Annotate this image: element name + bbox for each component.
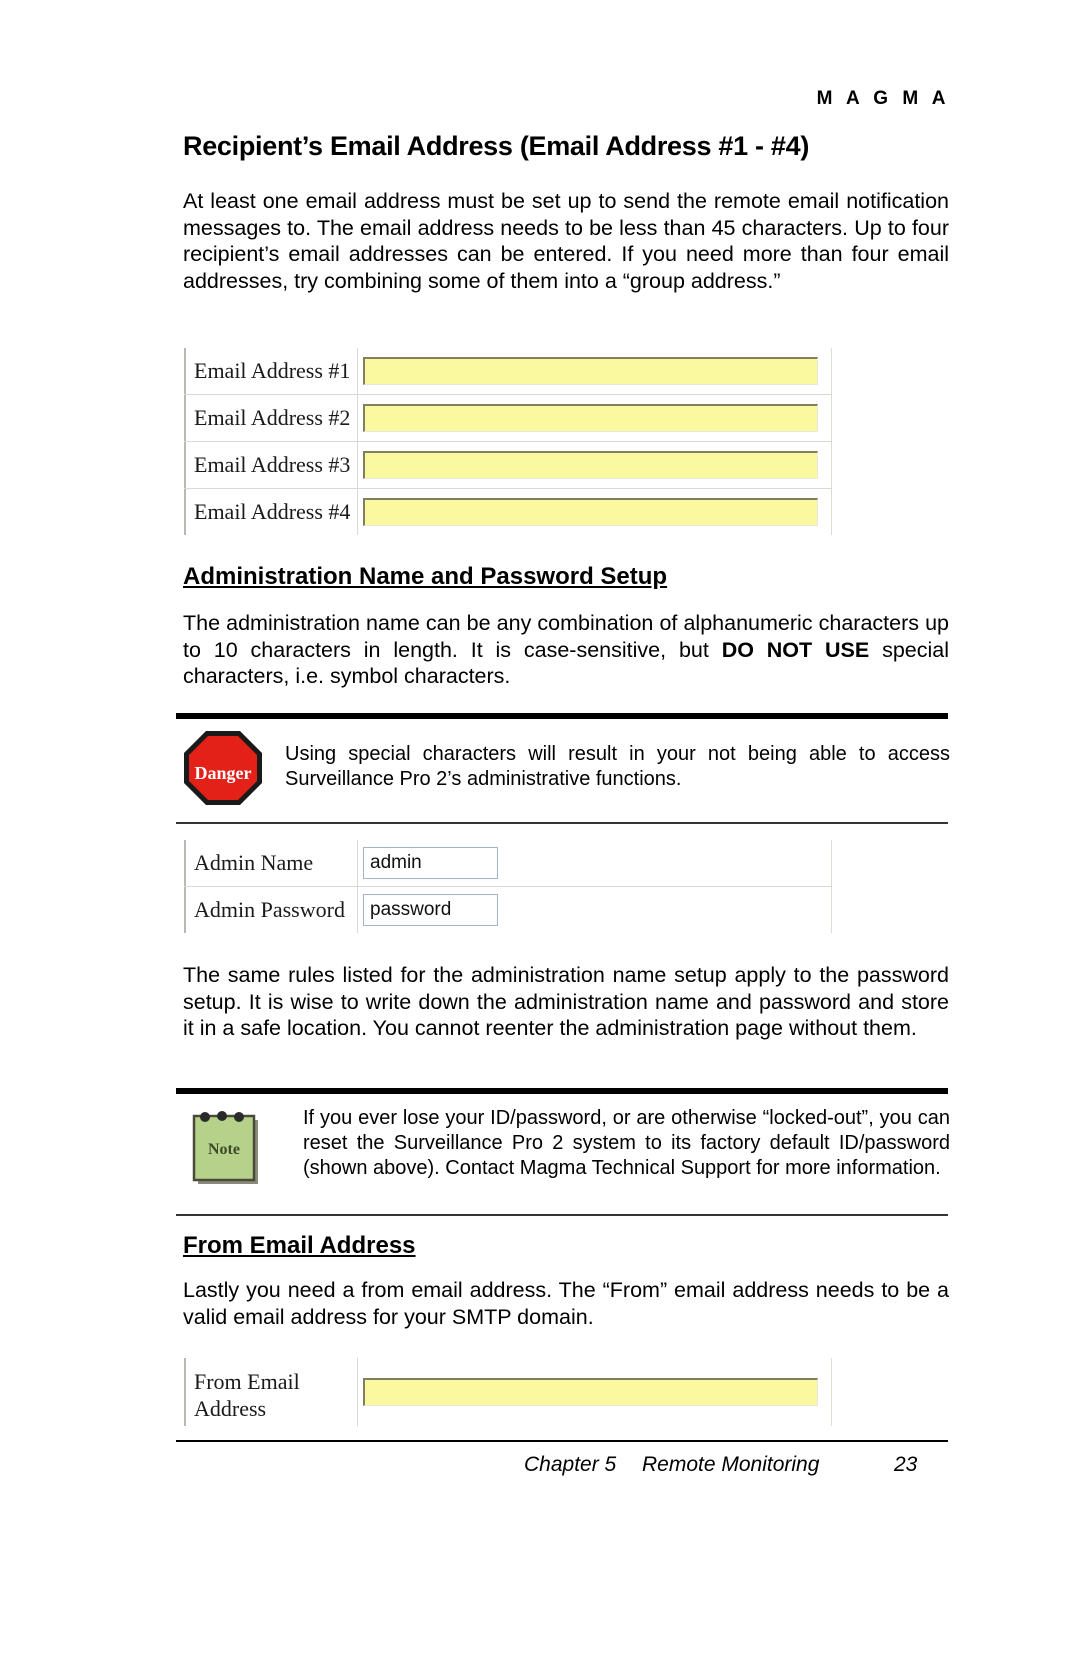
footer-chapter: Chapter 5	[524, 1453, 617, 1476]
footer-page-number: 23	[894, 1453, 918, 1476]
table-row: Admin Name admin	[184, 840, 832, 887]
note-callout-top-rule	[176, 1088, 948, 1094]
paragraph-from-email-address: Lastly you need a from email address. Th…	[183, 1278, 949, 1329]
heading-recipient-email-address: Recipient’s Email Address (Email Address…	[183, 131, 810, 161]
email-address-3-cell	[358, 442, 832, 488]
heading-administration-setup: Administration Name and Password Setup	[183, 563, 668, 590]
admin-password-label: Admin Password	[184, 887, 358, 933]
paragraph-recipient-email-address: At least one email address must be set u…	[183, 189, 949, 293]
admin-name-label: Admin Name	[184, 840, 358, 886]
page-footer: Chapter 5 Remote Monitoring 23	[176, 1453, 948, 1485]
table-row: Email Address #3	[184, 442, 832, 489]
danger-icon: Danger	[181, 728, 265, 808]
email-address-2-label: Email Address #2	[184, 395, 358, 441]
email-address-1-input[interactable]	[363, 357, 818, 385]
from-email-label-line-1: From Email	[194, 1369, 300, 1394]
table-row: Email Address #4	[184, 489, 832, 535]
danger-callout-top-rule	[176, 713, 948, 719]
note-callout-text: If you ever lose your ID/password, or ar…	[303, 1107, 950, 1179]
email-address-1-cell	[358, 348, 832, 394]
danger-callout-text: Using special characters will result in …	[285, 743, 950, 790]
email-address-form-screenshot: Email Address #1 Email Address #2 Email …	[184, 348, 832, 535]
note-callout-bottom-rule	[176, 1214, 948, 1216]
from-email-label-line-2: Address	[194, 1396, 267, 1421]
email-address-3-label: Email Address #3	[184, 442, 358, 488]
email-address-4-input[interactable]	[363, 498, 818, 526]
brand-magma: M A G M A	[816, 88, 950, 109]
danger-callout-bottom-rule	[176, 822, 948, 824]
from-email-form-screenshot: From Email Address	[184, 1358, 832, 1426]
email-address-4-cell	[358, 489, 832, 535]
email-address-2-input[interactable]	[363, 404, 818, 432]
email-address-2-cell	[358, 395, 832, 441]
table-row: Admin Password password	[184, 887, 832, 933]
email-address-4-label: Email Address #4	[184, 489, 358, 535]
admin-password-input[interactable]: password	[363, 894, 498, 926]
from-email-address-input[interactable]	[363, 1378, 818, 1406]
admin-password-cell: password	[358, 887, 832, 933]
footer-section: Remote Monitoring	[642, 1453, 820, 1476]
admin-credentials-form-screenshot: Admin Name admin Admin Password password	[184, 840, 832, 933]
table-row: Email Address #1	[184, 348, 832, 395]
admin-name-cell: admin	[358, 840, 832, 886]
from-email-address-label: From Email Address	[184, 1358, 358, 1426]
heading-from-email-address: From Email Address	[183, 1232, 416, 1259]
email-address-3-input[interactable]	[363, 451, 818, 479]
from-email-address-cell	[358, 1358, 832, 1426]
admin-paragraph-emphasis: DO NOT USE	[721, 637, 870, 662]
note-icon: Note	[186, 1104, 264, 1190]
svg-text:Note: Note	[208, 1141, 240, 1158]
svg-text:Danger: Danger	[195, 763, 252, 783]
paragraph-password-rules: The same rules listed for the administra…	[183, 963, 949, 1040]
table-row: Email Address #2	[184, 395, 832, 442]
paragraph-administration-setup: The administration name can be any combi…	[183, 610, 949, 690]
footer-rule	[176, 1440, 948, 1442]
table-row: From Email Address	[184, 1358, 832, 1426]
admin-name-input[interactable]: admin	[363, 847, 498, 879]
document-page: M A G M A Recipient’s Email Address (Ema…	[0, 0, 1080, 1669]
email-address-1-label: Email Address #1	[184, 348, 358, 394]
